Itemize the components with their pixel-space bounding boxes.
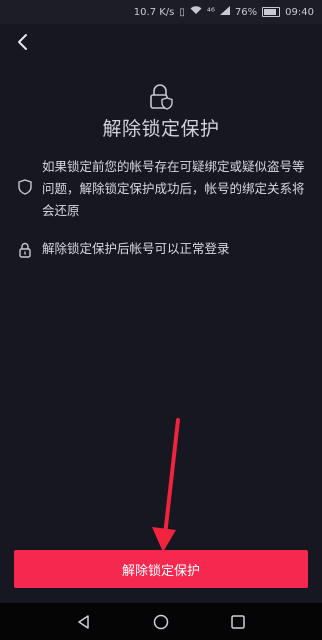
shield-icon — [18, 179, 32, 195]
network-speed: 10.7 K/s — [133, 6, 175, 18]
battery-icon — [262, 7, 281, 17]
signal-label: ⁴⁶ — [206, 6, 215, 18]
clock: 09:40 — [285, 6, 314, 18]
nav-home-button[interactable] — [149, 610, 173, 634]
lock-icon — [19, 242, 31, 258]
unlock-protection-button[interactable]: 解除锁定保护 — [14, 550, 308, 588]
system-nav-bar — [0, 603, 322, 640]
page-title: 解除锁定保护 — [102, 118, 220, 140]
nav-back-button[interactable] — [72, 610, 96, 634]
vibrate-icon: ▯ — [179, 6, 185, 18]
chevron-left-icon — [18, 34, 27, 50]
triangle-back-icon — [78, 614, 90, 629]
info-row-restore: 如果锁定前您的帐号存在可疑绑定或疑似盗号等问题，解除锁定保护成功后，帐号的绑定关… — [18, 156, 308, 222]
info-row-login: 解除锁定保护后帐号可以正常登录 — [18, 238, 308, 260]
wifi-icon — [190, 6, 202, 18]
info-text-restore: 如果锁定前您的帐号存在可疑绑定或疑似盗号等问题，解除锁定保护成功后，帐号的绑定关… — [42, 159, 305, 218]
signal-icon — [219, 6, 230, 18]
circle-home-icon — [153, 614, 169, 629]
square-recents-icon — [230, 614, 245, 629]
info-text-login: 解除锁定保护后帐号可以正常登录 — [42, 241, 230, 256]
back-button[interactable] — [10, 30, 34, 54]
nav-recents-button[interactable] — [226, 610, 250, 634]
lock-shield-icon — [150, 84, 173, 110]
status-bar: 10.7 K/s ▯ ⁴⁶ 76% 09:40 — [0, 0, 322, 24]
battery-percent: 76% — [234, 6, 258, 18]
